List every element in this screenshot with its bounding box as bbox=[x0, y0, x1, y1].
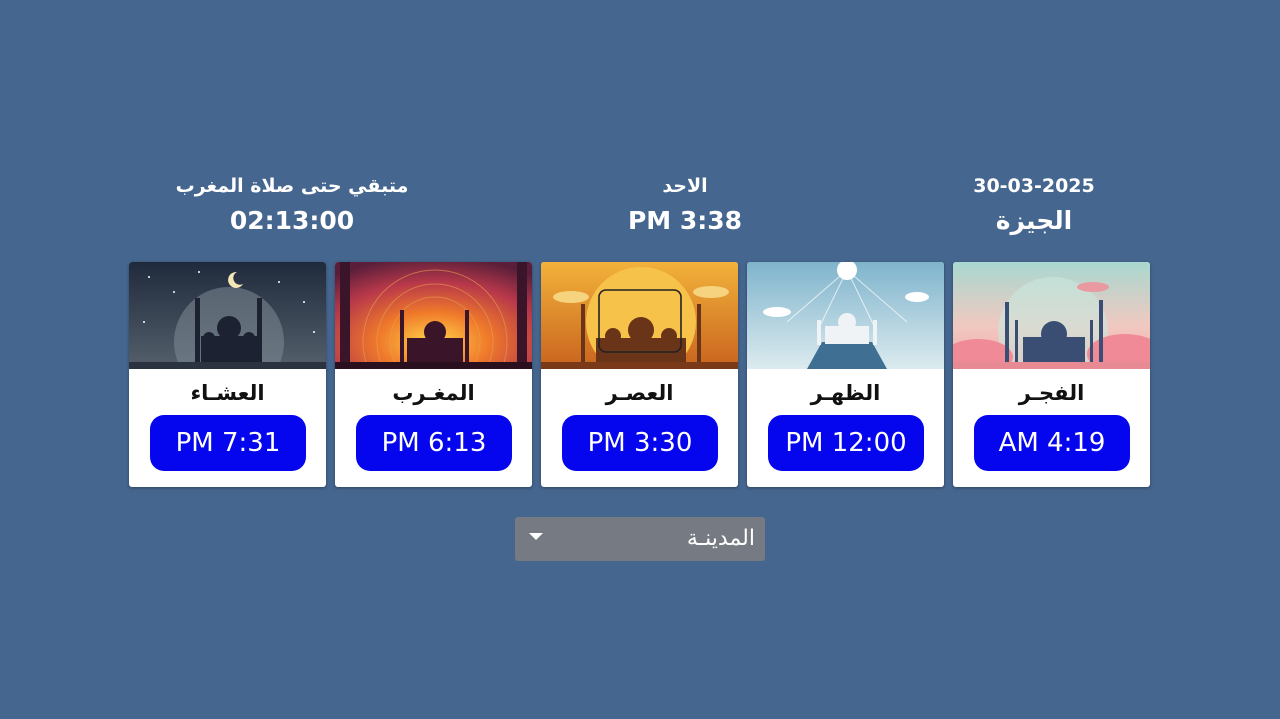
countdown-block: متبقي حتى صلاة المغرب 02:13:00 bbox=[150, 174, 434, 237]
countdown-time: 02:13:00 bbox=[229, 206, 355, 235]
prayer-card-fajr: الفجـر AM 4:19 bbox=[953, 262, 1150, 487]
prayer-card-maghrib: المغـرب PM 6:13 bbox=[335, 262, 532, 487]
prayer-time-button[interactable]: PM 6:13 bbox=[356, 415, 512, 471]
dhuhr-mosque-image bbox=[747, 262, 944, 369]
day-label: الاحد bbox=[662, 175, 708, 197]
asr-mosque-image bbox=[541, 262, 738, 369]
prayer-time-button[interactable]: PM 12:00 bbox=[768, 415, 924, 471]
current-time: PM 3:38 bbox=[627, 206, 743, 235]
prayer-name: العصـر bbox=[605, 381, 674, 405]
prayer-card-dhuhr: الظهـر PM 12:00 bbox=[747, 262, 944, 487]
prayer-name: المغـرب bbox=[392, 381, 475, 405]
prayer-name: العشـاء bbox=[190, 381, 265, 405]
prayer-card-asr: العصـر PM 3:30 bbox=[541, 262, 738, 487]
prayer-time-button[interactable]: PM 7:31 bbox=[150, 415, 306, 471]
day-time-block: الاحد PM 3:38 bbox=[585, 174, 785, 237]
city-label: الجيزة bbox=[995, 206, 1073, 235]
date-label: 30-03-2025 bbox=[973, 175, 1095, 197]
fajr-mosque-image bbox=[953, 262, 1150, 369]
city-select-label: المدينـة bbox=[686, 526, 755, 551]
caret-down-icon bbox=[529, 533, 543, 540]
countdown-label: متبقي حتى صلاة المغرب bbox=[175, 175, 409, 197]
city-select[interactable]: المدينـة bbox=[515, 517, 765, 561]
maghrib-mosque-image bbox=[335, 262, 532, 369]
prayer-card-isha: العشـاء PM 7:31 bbox=[129, 262, 326, 487]
date-city-block: 30-03-2025 الجيزة bbox=[934, 174, 1134, 237]
prayer-name: الظهـر bbox=[810, 381, 881, 405]
isha-mosque-image bbox=[129, 262, 326, 369]
prayer-time-button[interactable]: AM 4:19 bbox=[974, 415, 1130, 471]
prayer-name: الفجـر bbox=[1018, 381, 1085, 405]
prayer-time-button[interactable]: PM 3:30 bbox=[562, 415, 718, 471]
